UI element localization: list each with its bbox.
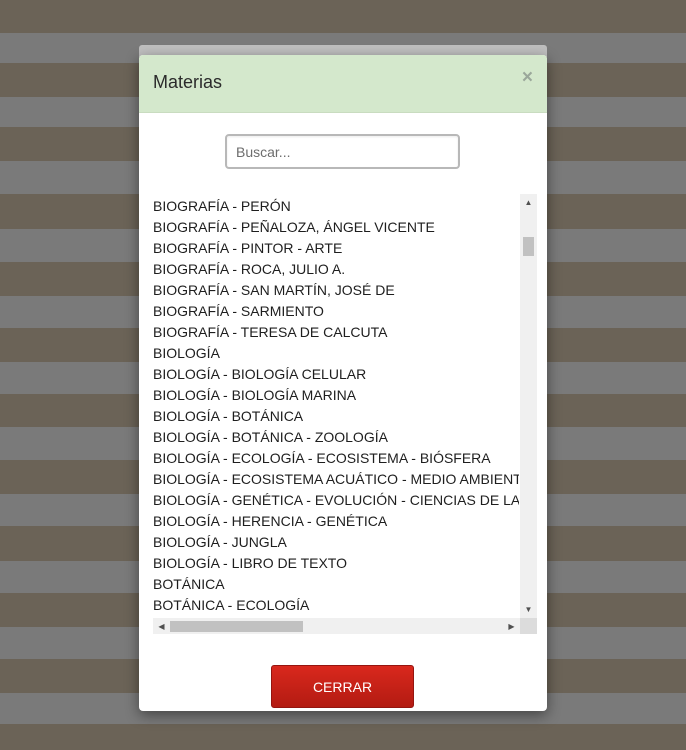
list-item[interactable]: BIOLOGÍA — [153, 343, 519, 364]
scroll-up-icon[interactable]: ▲ — [520, 194, 537, 211]
scroll-down-icon[interactable]: ▼ — [520, 601, 537, 618]
list-item[interactable]: BIOGRAFÍA - PEÑALOZA, ÁNGEL VICENTE — [153, 217, 519, 238]
modal-title: Materias — [153, 72, 223, 92]
materias-listbox[interactable]: BIOGRAFÍA - PERÓN BIOGRAFÍA - PEÑALOZA, … — [153, 194, 537, 634]
search-input[interactable] — [225, 134, 460, 169]
list-item[interactable]: BOTÁNICA - ECOLOGÍA — [153, 595, 519, 616]
vertical-scrollbar[interactable]: ▲ ▼ — [520, 194, 537, 618]
list-item[interactable]: BIOGRAFÍA - SAN MARTÍN, JOSÉ DE — [153, 280, 519, 301]
search-wrapper — [225, 134, 460, 169]
horizontal-scrollbar[interactable]: ◀ ▶ — [153, 618, 520, 634]
list-item[interactable]: BIOGRAFÍA - TERESA DE CALCUTA — [153, 322, 519, 343]
list-item[interactable]: BIOLOGÍA - BIOLOGÍA MARINA — [153, 385, 519, 406]
materias-modal: Materias × BIOGRAFÍA - PERÓN BIOGRAFÍA -… — [139, 55, 547, 711]
list-item[interactable]: BIOGRAFÍA - SARMIENTO — [153, 301, 519, 322]
cerrar-button[interactable]: CERRAR — [271, 665, 414, 708]
materias-list: BIOGRAFÍA - PERÓN BIOGRAFÍA - PEÑALOZA, … — [153, 196, 519, 618]
list-item[interactable]: BIOLOGÍA - HERENCIA - GENÉTICA — [153, 511, 519, 532]
scroll-right-icon[interactable]: ▶ — [503, 618, 520, 634]
close-icon[interactable]: × — [522, 68, 533, 87]
list-item[interactable]: BIOLOGÍA - ECOSISTEMA ACUÁTICO - MEDIO A… — [153, 469, 519, 490]
horizontal-scroll-thumb[interactable] — [170, 621, 303, 632]
list-item[interactable]: BIOLOGÍA - JUNGLA — [153, 532, 519, 553]
list-item[interactable]: BIOLOGÍA - BOTÁNICA — [153, 406, 519, 427]
background-stripe — [0, 724, 686, 750]
list-item[interactable]: BIOLOGÍA - LIBRO DE TEXTO — [153, 553, 519, 574]
list-item[interactable]: BIOLOGÍA - ECOLOGÍA - ECOSISTEMA - BIÓSF… — [153, 448, 519, 469]
background-stripe — [0, 0, 686, 33]
list-item[interactable]: BIOLOGÍA - BIOLOGÍA CELULAR — [153, 364, 519, 385]
list-item[interactable]: BIOLOGÍA - BOTÁNICA - ZOOLOGÍA — [153, 427, 519, 448]
list-item[interactable]: BIOGRAFÍA - PERÓN — [153, 196, 519, 217]
modal-header: Materias × — [139, 55, 547, 113]
scroll-left-icon[interactable]: ◀ — [153, 618, 170, 634]
vertical-scroll-thumb[interactable] — [523, 237, 534, 256]
list-item[interactable]: BIOLOGÍA - GENÉTICA - EVOLUCIÓN - CIENCI… — [153, 490, 519, 511]
list-item[interactable]: BOTÁNICA — [153, 574, 519, 595]
list-item[interactable]: BIOGRAFÍA - PINTOR - ARTE — [153, 238, 519, 259]
scrollbar-corner — [520, 618, 537, 634]
list-item[interactable]: BIOGRAFÍA - ROCA, JULIO A. — [153, 259, 519, 280]
